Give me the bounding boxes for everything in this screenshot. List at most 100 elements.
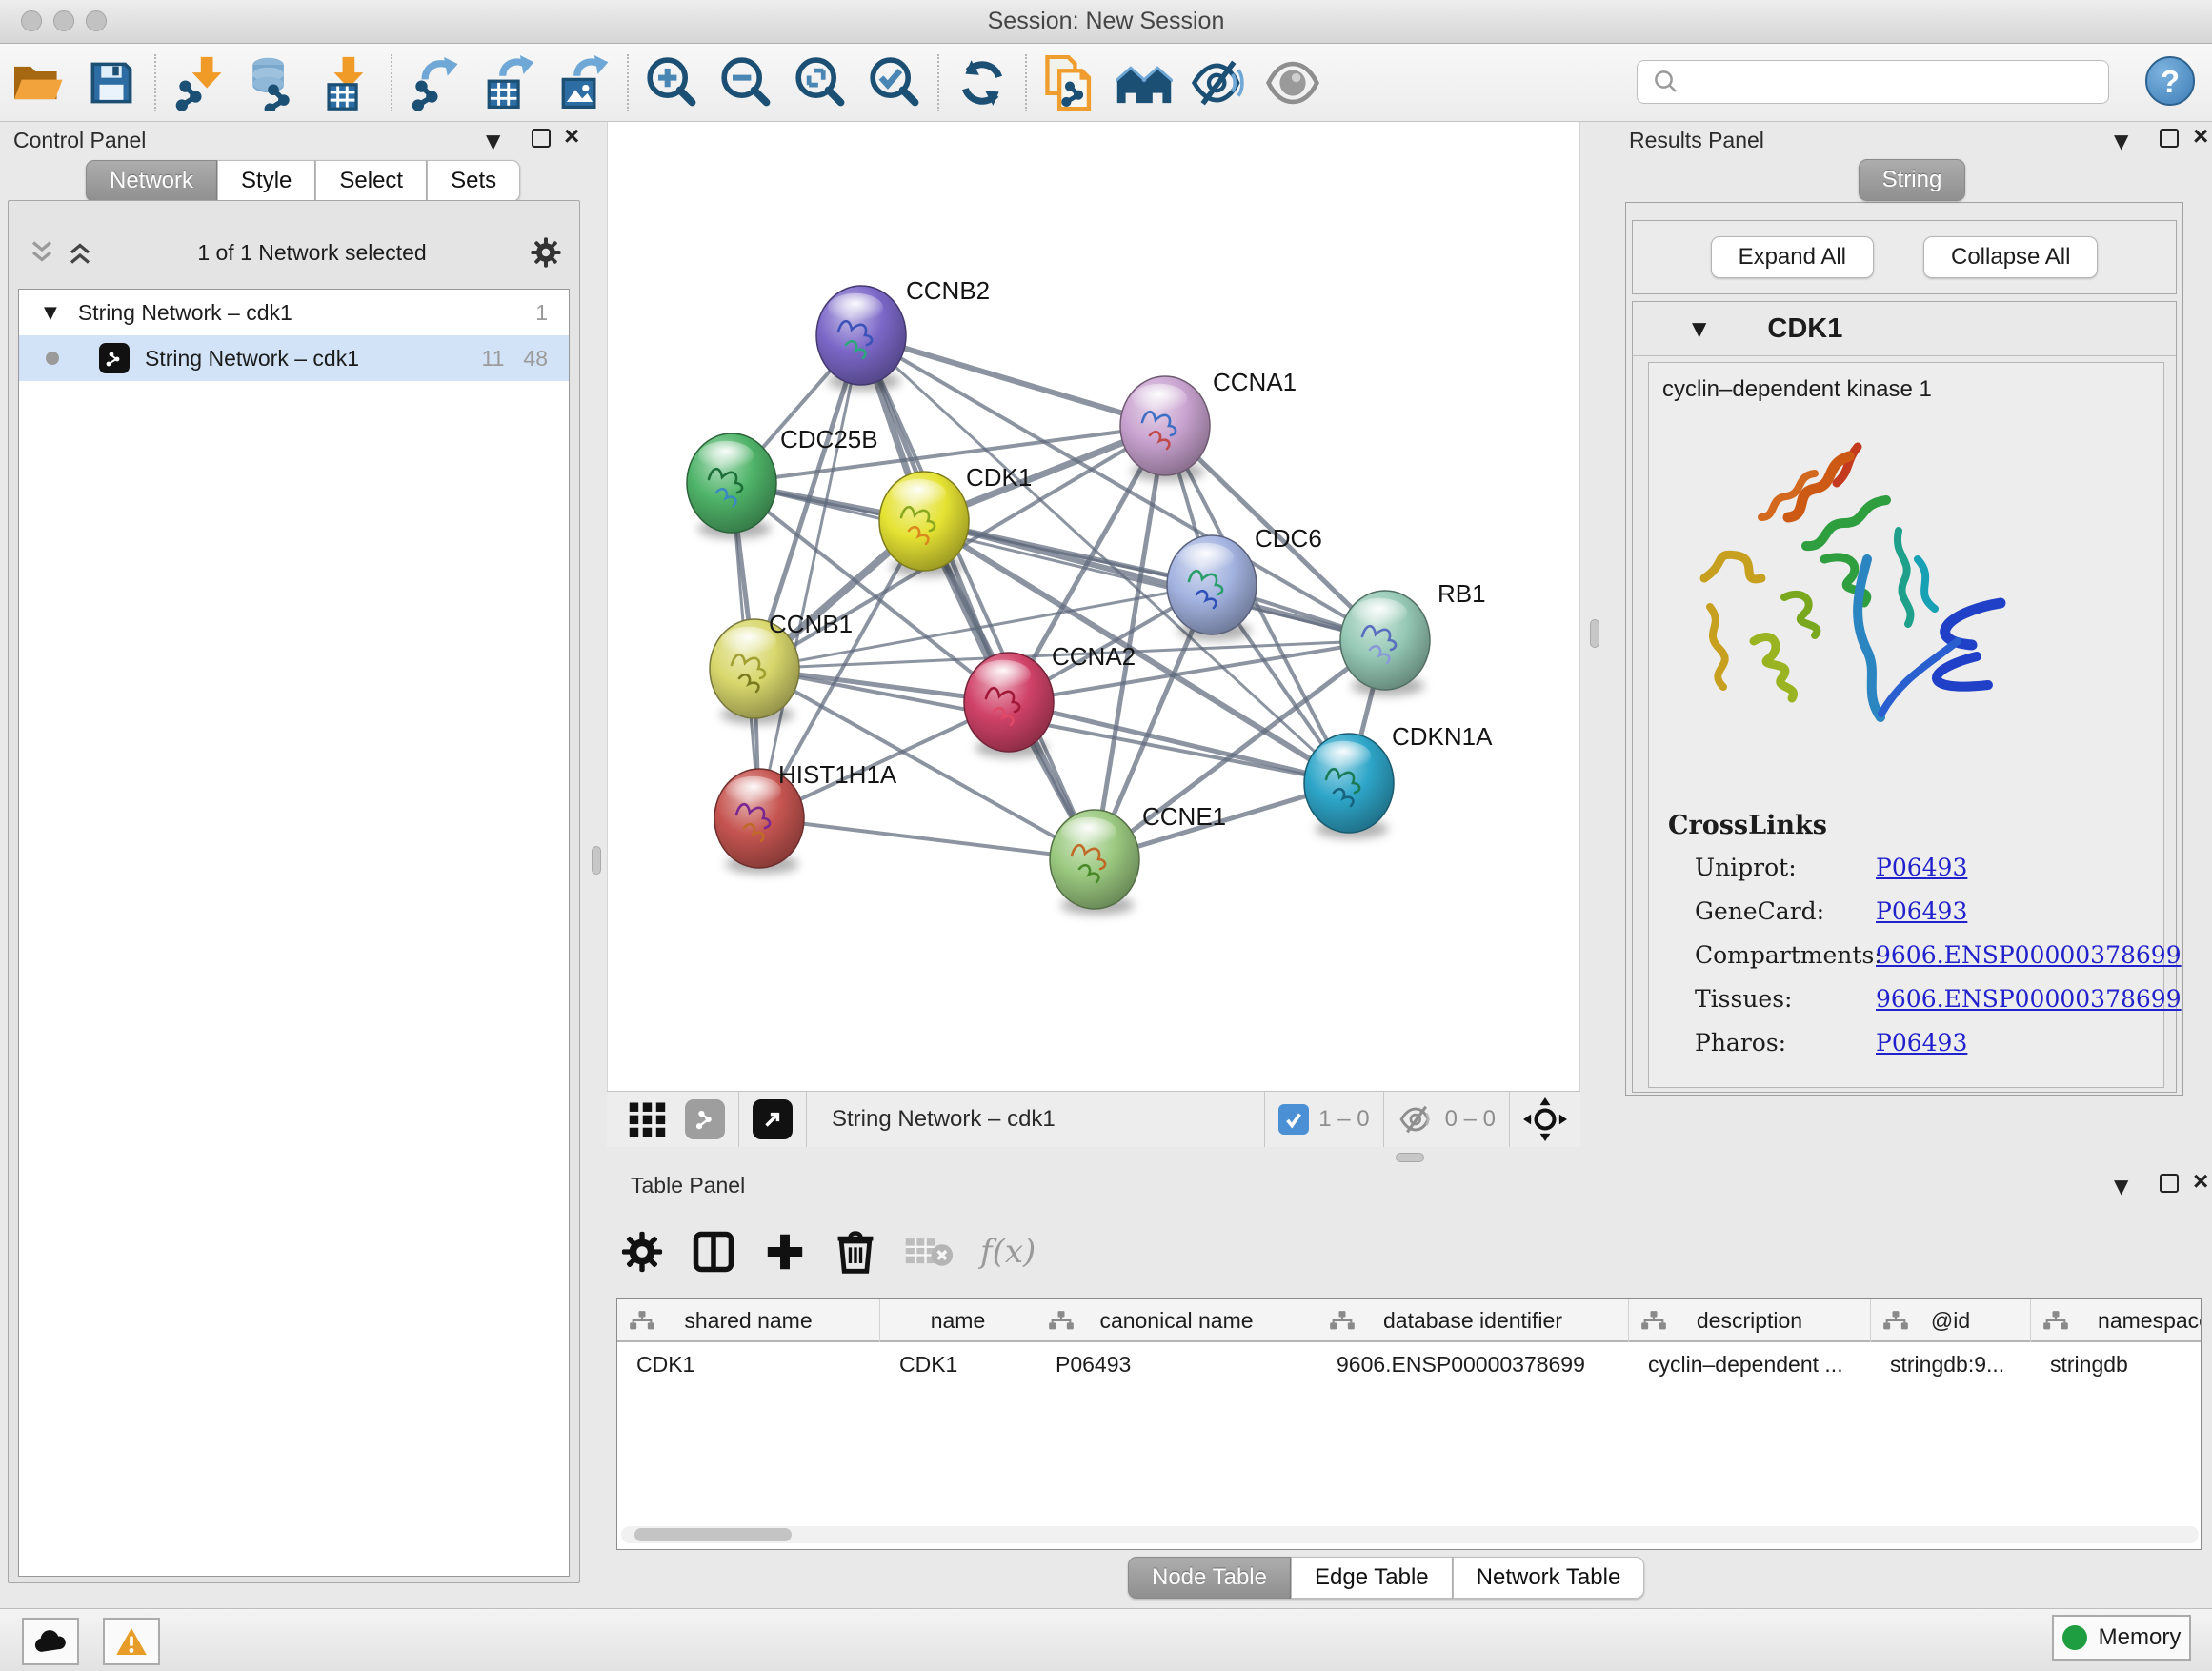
scrollbar-thumb[interactable] [634,1528,792,1541]
table-cell[interactable]: CDK1 [880,1344,1036,1384]
results-panel-menu-icon[interactable]: ▼ [2114,130,2128,152]
crosslink-value-link[interactable]: P06493 [1876,1029,1967,1057]
table-column-header[interactable]: name [880,1299,1036,1342]
delete-table-icon[interactable] [904,1233,954,1271]
network-edge[interactable] [759,818,1095,859]
crosslink-value-link[interactable]: 9606.ENSP00000378699 [1876,941,2182,969]
pan-crosshair-icon[interactable] [1523,1097,1567,1141]
first-neighbors-button[interactable] [1107,50,1181,116]
results-panel-close-icon[interactable]: × [2193,127,2208,146]
table-cell[interactable]: stringdb [2031,1344,2202,1384]
memory-button[interactable]: Memory [2052,1615,2191,1661]
protein-entry-header[interactable]: ▼ CDK1 [1633,302,2176,356]
table-settings-gear-icon[interactable] [620,1230,664,1274]
network-node-CCNA2[interactable]: CCNA2 [964,642,1136,757]
expand-all-button[interactable]: Expand All [1711,236,1874,278]
network-node-CCNA1[interactable]: CCNA1 [1120,368,1297,481]
table-cell[interactable]: stringdb:9... [1871,1344,2031,1384]
network-edge[interactable] [861,335,1165,426]
import-network-database-button[interactable] [236,50,311,116]
vertical-splitter[interactable] [588,122,607,1608]
tab-string[interactable]: String [1859,159,1966,201]
selected-checkbox-icon[interactable] [1278,1104,1309,1135]
table-cell[interactable]: 9606.ENSP00000378699 [1317,1344,1629,1384]
table-panel-close-icon[interactable]: × [2193,1172,2208,1191]
expand-all-icon[interactable] [66,238,94,267]
string-panel-toggle-icon[interactable] [685,1099,725,1139]
search-field[interactable] [1637,60,2109,104]
warnings-button[interactable] [103,1618,160,1665]
horizontal-splitter-grip[interactable] [1396,1153,1424,1162]
control-panel-float-icon[interactable] [532,129,551,148]
table-horizontal-scrollbar[interactable] [621,1526,2199,1543]
crosslink-value-link[interactable]: P06493 [1876,897,1967,925]
collapse-all-icon[interactable] [28,238,56,267]
table-column-header[interactable]: description [1629,1299,1871,1342]
zoom-fit-content-button[interactable] [783,50,857,116]
results-panel-float-icon[interactable] [2160,129,2179,148]
zoom-out-button[interactable] [709,50,783,116]
birds-eye-view-icon[interactable] [628,1099,668,1139]
network-node-CDKN1A[interactable]: CDKN1A [1304,722,1493,838]
table-cell[interactable]: P06493 [1036,1344,1317,1384]
tab-edge-table[interactable]: Edge Table [1291,1557,1453,1599]
table-panel-float-icon[interactable] [2160,1174,2179,1193]
show-columns-icon[interactable] [691,1229,736,1275]
entry-collapse-icon[interactable]: ▼ [1692,317,1706,340]
tab-style[interactable]: Style [217,160,315,202]
control-panel-menu-icon[interactable]: ▼ [486,130,500,152]
network-node-RB1[interactable]: RB1 [1340,579,1486,695]
table-column-header[interactable]: canonical name [1036,1299,1317,1342]
gear-icon[interactable] [530,236,562,269]
network-canvas[interactable]: CCNB2CCNA1CDC25BCDK1CDC6RB1CCNB1CCNA2CDK… [607,122,1580,1091]
search-input[interactable] [1685,70,2108,95]
table-panel-menu-icon[interactable]: ▼ [2114,1175,2128,1198]
collection-expand-icon[interactable]: ▼ [44,303,57,323]
table-column-header[interactable]: @id [1871,1299,2031,1342]
control-panel-close-icon[interactable]: × [564,127,579,146]
open-in-browser-icon[interactable] [753,1099,793,1139]
network-edge[interactable] [1009,702,1349,783]
crosslink-value-link[interactable]: P06493 [1876,854,1967,881]
table-column-header[interactable]: database identifier [1317,1299,1629,1342]
export-network-button[interactable] [398,50,473,116]
open-session-button[interactable] [0,50,74,116]
tab-network[interactable]: Network [86,160,217,202]
export-image-button[interactable] [547,50,621,116]
table-column-header[interactable]: namespace [2031,1299,2202,1342]
import-network-file-button[interactable] [162,50,236,116]
tab-network-table[interactable]: Network Table [1453,1557,1645,1599]
crosslink-value-link[interactable]: 9606.ENSP00000378699 [1876,985,2182,1013]
help-button[interactable]: ? [2145,56,2195,106]
network-node-HIST1H1A[interactable]: HIST1H1A [714,760,897,874]
table-cell[interactable]: CDK1 [617,1344,880,1384]
network-edge[interactable] [759,335,861,818]
function-builder-icon[interactable]: f(x) [980,1233,1036,1271]
table-cell[interactable]: cyclin–dependent ... [1629,1344,1871,1384]
splitter-grip[interactable] [592,846,601,875]
vertical-splitter[interactable] [1580,122,1612,1115]
network-from-selection-button[interactable] [1033,50,1107,116]
hide-selected-button[interactable] [1181,50,1256,116]
zoom-selected-button[interactable] [857,50,932,116]
delete-column-icon[interactable] [834,1229,877,1275]
export-table-button[interactable] [473,50,547,116]
cloud-status-button[interactable] [22,1618,79,1665]
network-collection-row[interactable]: ▼ String Network – cdk1 1 [19,290,569,335]
add-column-icon[interactable] [763,1230,807,1274]
hidden-eye-icon[interactable] [1398,1103,1436,1136]
table-row[interactable]: CDK1CDK1P064939606.ENSP00000378699cyclin… [617,1344,2202,1384]
save-session-button[interactable] [74,50,149,116]
network-node-CDC6[interactable]: CDC6 [1167,524,1322,640]
splitter-grip[interactable] [1590,619,1599,648]
zoom-in-button[interactable] [634,50,709,116]
tab-select[interactable]: Select [315,160,427,202]
network-node-CCNE1[interactable]: CCNE1 [1050,802,1226,915]
refresh-network-view-button[interactable] [945,50,1019,116]
show-all-button[interactable] [1256,50,1330,116]
import-table-file-button[interactable] [311,50,385,116]
network-row[interactable]: String Network – cdk1 11 48 [19,335,569,381]
table-column-header[interactable]: shared name [617,1299,880,1342]
tab-node-table[interactable]: Node Table [1128,1557,1291,1599]
collapse-all-button[interactable]: Collapse All [1923,236,2098,278]
